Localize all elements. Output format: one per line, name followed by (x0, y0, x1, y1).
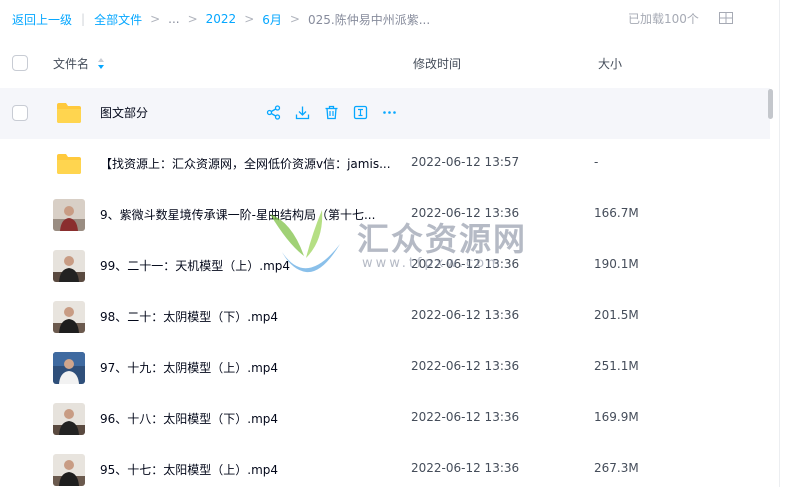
table-row[interactable]: 图文部分 (0, 88, 770, 139)
video-thumbnail (53, 301, 85, 333)
select-all-checkbox[interactable] (12, 55, 28, 71)
column-size-header[interactable]: 大小 (598, 55, 622, 72)
file-name[interactable]: 95、十七：太阳模型（上）.mp4 (100, 461, 278, 478)
table-row[interactable]: 96、十八：太阳模型（下）.mp4 2022-06-12 13:36 169.9… (0, 394, 770, 445)
back-link[interactable]: 返回上一级 (12, 11, 72, 28)
file-size: 251.1M (594, 359, 639, 373)
file-size: 166.7M (594, 206, 639, 220)
breadcrumb-divider: | (81, 12, 86, 26)
table-row[interactable]: 97、十九：太阴模型（上）.mp4 2022-06-12 13:36 251.1… (0, 343, 770, 394)
breadcrumb-june[interactable]: 6月 (262, 11, 282, 28)
scroll-track (779, 0, 780, 487)
file-size: 190.1M (594, 257, 639, 271)
sort-icon[interactable] (97, 57, 105, 70)
grid-view-icon[interactable] (719, 12, 733, 24)
table-row[interactable]: 95、十七：太阳模型（上）.mp4 2022-06-12 13:36 267.3… (0, 445, 770, 487)
file-name[interactable]: 9、紫微斗数星境传承课一阶-星曲结构局（第十七... (100, 206, 375, 223)
file-name[interactable]: 99、二十一：天机模型（上）.mp4 (100, 257, 290, 274)
breadcrumb-current: 025.陈仲易中州派紫... (307, 12, 431, 27)
more-icon[interactable] (382, 105, 397, 120)
file-modified-time: 2022-06-12 13:36 (411, 206, 520, 220)
file-modified-time: 2022-06-12 13:36 (411, 410, 520, 424)
breadcrumb-2022[interactable]: 2022 (206, 12, 237, 26)
list-header: 文件名 修改时间 大小 (0, 44, 770, 82)
file-size: - (594, 155, 599, 169)
file-name[interactable]: 97、十九：太阴模型（上）.mp4 (100, 359, 278, 376)
scrollbar-thumb[interactable] (768, 89, 773, 119)
chevron-right-icon: > (244, 12, 255, 26)
download-icon[interactable] (295, 105, 310, 120)
file-size: 201.5M (594, 308, 639, 322)
video-thumbnail (53, 250, 85, 282)
column-modified-header[interactable]: 修改时间 (413, 55, 461, 72)
file-name[interactable]: 图文部分 (100, 104, 148, 121)
file-modified-time: 2022-06-12 13:36 (411, 461, 520, 475)
breadcrumb: 返回上一级 | 全部文件 > ... > 2022 > 6月 > 025.陈仲易… (12, 10, 430, 28)
table-row[interactable]: 9、紫微斗数星境传承课一阶-星曲结构局（第十七... 2022-06-12 13… (0, 190, 770, 241)
share-icon[interactable] (266, 105, 281, 120)
file-modified-time: 2022-06-12 13:36 (411, 359, 520, 373)
row-checkbox[interactable] (12, 105, 28, 121)
row-actions (266, 105, 397, 120)
table-row[interactable]: 【找资源上：汇众资源网，全网低价资源v信：jamis... 2022-06-12… (0, 139, 770, 190)
rename-icon[interactable] (353, 105, 368, 120)
video-thumbnail (53, 352, 85, 384)
file-size: 169.9M (594, 410, 639, 424)
file-modified-time: 2022-06-12 13:36 (411, 257, 520, 271)
column-name-header[interactable]: 文件名 (53, 55, 89, 72)
chevron-right-icon: > (150, 12, 161, 26)
chevron-right-icon: > (289, 12, 300, 26)
delete-icon[interactable] (324, 105, 339, 120)
file-name[interactable]: 98、二十：太阴模型（下）.mp4 (100, 308, 278, 325)
folder-icon (57, 103, 81, 123)
table-row[interactable]: 99、二十一：天机模型（上）.mp4 2022-06-12 13:36 190.… (0, 241, 770, 292)
all-files-link[interactable]: 全部文件 (94, 11, 142, 28)
breadcrumb-ellipsis[interactable]: ... (168, 12, 179, 26)
video-thumbnail (53, 454, 85, 486)
file-name[interactable]: 【找资源上：汇众资源网，全网低价资源v信：jamis... (100, 155, 390, 172)
folder-icon (57, 154, 81, 174)
table-row[interactable]: 98、二十：太阴模型（下）.mp4 2022-06-12 13:36 201.5… (0, 292, 770, 343)
file-size: 267.3M (594, 461, 639, 475)
file-modified-time: 2022-06-12 13:36 (411, 308, 520, 322)
file-modified-time: 2022-06-12 13:57 (411, 155, 520, 169)
chevron-right-icon: > (187, 12, 198, 26)
video-thumbnail (53, 403, 85, 435)
loaded-count: 已加载100个 (628, 12, 699, 26)
video-thumbnail (53, 199, 85, 231)
file-name[interactable]: 96、十八：太阳模型（下）.mp4 (100, 410, 278, 427)
